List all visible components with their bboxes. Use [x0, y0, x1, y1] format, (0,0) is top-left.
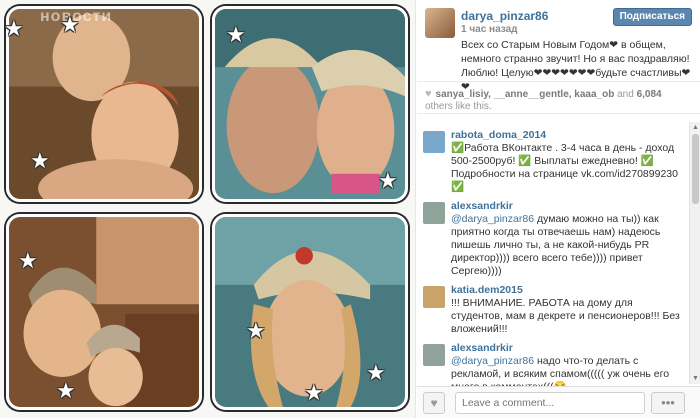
comment-list: rabota_doma_2014 ✅Работа ВКонтакте . 3-4…: [417, 125, 689, 387]
post-header: darya_pinzar86 1 час назад Подписаться В…: [417, 0, 700, 93]
post-sidebar: darya_pinzar86 1 час назад Подписаться В…: [417, 0, 700, 418]
comment-username[interactable]: alexsandrkir: [451, 342, 683, 355]
comment-username[interactable]: alexsandrkir: [451, 200, 683, 213]
comment-text: @darya_pinzar86 надо что-то делать с рек…: [451, 355, 683, 387]
scroll-up-icon[interactable]: ▲: [691, 123, 700, 132]
comment-input[interactable]: [455, 392, 645, 414]
star-decoration: ★: [30, 148, 50, 173]
post-photo[interactable]: новости ★ ★ ★ ★ ★ ★ ★ ★ ★ ★: [0, 0, 416, 418]
star-decoration: ★: [18, 248, 38, 273]
star-decoration: ★: [4, 16, 24, 41]
star-decoration: ★: [366, 360, 386, 385]
avatar[interactable]: [423, 202, 445, 224]
list-item: alexsandrkir @darya_pinzar86 думаю можно…: [423, 200, 683, 278]
comment-body: !!! ВНИМАНИЕ. РАБОТА на дому для студент…: [451, 297, 680, 335]
post-username[interactable]: darya_pinzar86: [461, 9, 548, 23]
heart-icon: ♥: [425, 88, 432, 100]
comment-mention[interactable]: @darya_pinzar86: [451, 213, 534, 225]
subscribe-button[interactable]: Подписаться: [612, 8, 692, 26]
more-options-button[interactable]: •••: [651, 392, 685, 414]
star-decoration: ★: [304, 380, 324, 405]
post-time: 1 час назад: [461, 24, 518, 35]
avatar[interactable]: [425, 8, 455, 38]
star-decoration: ★: [226, 22, 246, 47]
scroll-thumb[interactable]: [692, 134, 699, 204]
star-decoration: ★: [246, 318, 266, 343]
post-caption: Всех со Старым Новым Годом❤ в общем, нем…: [461, 39, 691, 93]
comment-bar: ♥ •••: [417, 386, 700, 418]
comment-text: ✅Работа ВКонтакте . 3-4 часа в день - до…: [451, 142, 683, 194]
list-item: rabota_doma_2014 ✅Работа ВКонтакте . 3-4…: [423, 129, 683, 194]
star-decoration: ★: [56, 378, 76, 403]
comment-mention[interactable]: @darya_pinzar86: [451, 355, 534, 367]
photo-tile-3: [6, 214, 202, 410]
list-item: alexsandrkir @darya_pinzar86 надо что-то…: [423, 342, 683, 387]
comments-scrollbar[interactable]: ▲ ▼: [689, 122, 700, 384]
comment-username[interactable]: katia.dem2015: [451, 284, 683, 297]
star-decoration: ★: [378, 168, 398, 193]
likes-suffix: others like this.: [425, 101, 492, 112]
scroll-down-icon[interactable]: ▼: [691, 374, 700, 383]
comment-text: !!! ВНИМАНИЕ. РАБОТА на дому для студент…: [451, 297, 683, 336]
star-decoration: ★: [60, 12, 80, 37]
avatar[interactable]: [423, 131, 445, 153]
comment-body: ✅Работа ВКонтакте . 3-4 часа в день - до…: [451, 142, 678, 193]
heart-icon: ♥: [430, 396, 438, 410]
avatar[interactable]: [423, 344, 445, 366]
comment-text: @darya_pinzar86 думаю можно на ты)) как …: [451, 213, 683, 278]
like-button[interactable]: ♥: [423, 392, 445, 414]
avatar[interactable]: [423, 286, 445, 308]
comment-username[interactable]: rabota_doma_2014: [451, 129, 683, 142]
list-item: katia.dem2015 !!! ВНИМАНИЕ. РАБОТА на до…: [423, 284, 683, 336]
